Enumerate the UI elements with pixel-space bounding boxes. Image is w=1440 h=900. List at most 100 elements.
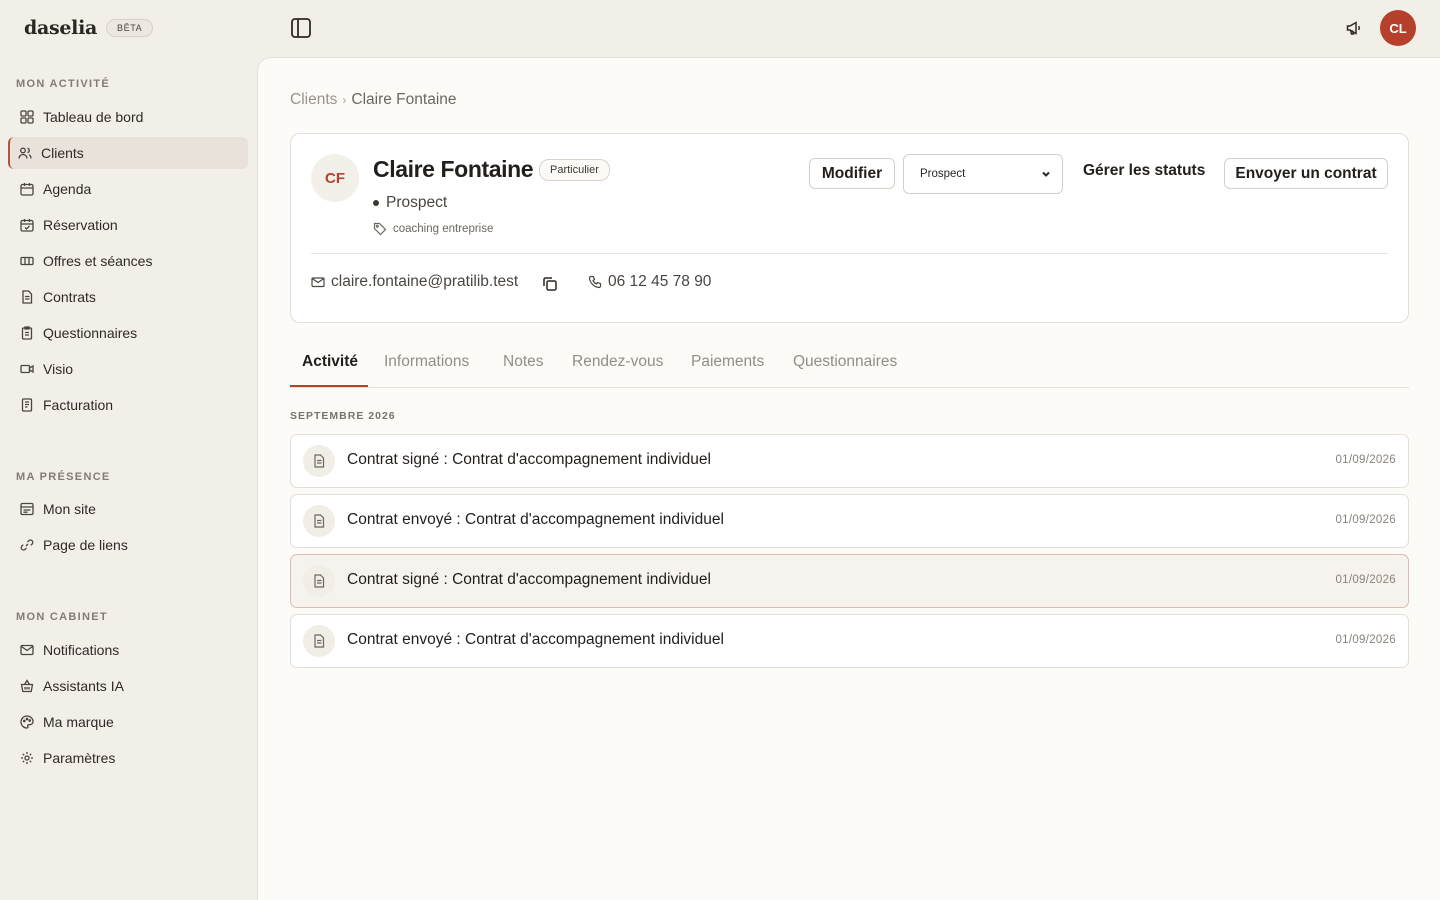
beta-badge: BÊTA <box>106 19 154 37</box>
sidebar-item-label: Assistants IA <box>43 678 124 694</box>
calendar-icon <box>20 182 34 196</box>
tab-paiements[interactable]: Paiements <box>691 353 764 371</box>
sidebar-item-tableau-de-bord[interactable]: Tableau de bord <box>8 101 248 133</box>
sidebar-item-facturation[interactable]: Facturation <box>8 389 248 421</box>
calendar-check-icon <box>20 218 34 232</box>
tag-icon <box>373 222 387 236</box>
section-title-cabinet: MON CABINET <box>16 611 108 623</box>
section-title-activite: MON ACTIVITÉ <box>16 78 111 90</box>
sidebar-item-label: Mon site <box>43 501 96 517</box>
client-status-label: Prospect <box>386 194 448 211</box>
sidebar-item-label: Agenda <box>43 181 92 197</box>
sidebar-item-agenda[interactable]: Agenda <box>8 173 248 205</box>
client-tag: coaching entreprise <box>373 222 493 236</box>
sidebar-item-visio[interactable]: Visio <box>8 353 248 385</box>
mail-icon <box>311 275 325 289</box>
sidebar: daselia BÊTA MON ACTIVITÉ Tableau de bor… <box>0 0 257 900</box>
palette-icon <box>20 715 34 729</box>
client-phone-value[interactable]: 06 12 45 78 90 <box>608 273 711 291</box>
sidebar-item-offres[interactable]: Offres et séances <box>8 245 248 277</box>
card-divider <box>311 253 1388 254</box>
status-dot-icon <box>373 200 379 206</box>
tab-questionnaires[interactable]: Questionnaires <box>793 353 897 371</box>
breadcrumb-current: Claire Fontaine <box>351 91 457 108</box>
breadcrumb-clients-link[interactable]: Clients <box>290 91 337 109</box>
sidebar-item-contrats[interactable]: Contrats <box>8 281 248 313</box>
basket-icon <box>20 679 34 693</box>
breadcrumb: Clients › Claire Fontaine <box>290 91 457 109</box>
sidebar-item-ma-marque[interactable]: Ma marque <box>8 706 248 738</box>
activity-date: 01/09/2026 <box>1335 514 1396 526</box>
invoice-icon <box>20 398 34 412</box>
activity-date: 01/09/2026 <box>1335 454 1396 466</box>
activity-item[interactable]: Contrat envoyé : Contrat d'accompagnemen… <box>290 494 1409 548</box>
copy-email-button[interactable] <box>541 275 559 293</box>
client-email: claire.fontaine@pratilib.test <box>311 273 518 291</box>
status-select-value: Prospect <box>920 168 966 180</box>
client-header-card: CF Claire Fontaine Particulier Prospect … <box>290 133 1409 323</box>
brand-logo[interactable]: daselia <box>24 17 97 39</box>
client-name: Claire Fontaine <box>373 156 534 182</box>
user-avatar[interactable]: CL <box>1380 10 1416 46</box>
client-status: Prospect <box>373 194 447 212</box>
sidebar-item-label: Tableau de bord <box>43 109 144 125</box>
users-icon <box>18 146 32 160</box>
copy-icon <box>543 277 557 291</box>
tab-activite[interactable]: Activité <box>302 353 358 371</box>
gear-icon <box>20 751 34 765</box>
activity-title: Contrat signé : Contrat d'accompagnement… <box>347 451 711 468</box>
main-panel: Clients › Claire Fontaine CF Claire Font… <box>257 57 1440 900</box>
phone-icon <box>588 275 602 289</box>
activity-item[interactable]: Contrat envoyé : Contrat d'accompagnemen… <box>290 614 1409 668</box>
sidebar-item-mon-site[interactable]: Mon site <box>8 493 248 525</box>
document-icon <box>20 290 34 304</box>
activity-month-label: SEPTEMBRE 2026 <box>290 410 396 422</box>
tab-rendez-vous[interactable]: Rendez-vous <box>572 353 663 371</box>
manage-statuses-button[interactable]: Gérer les statuts <box>1083 162 1205 180</box>
tab-informations[interactable]: Informations <box>384 353 469 371</box>
sidebar-item-label: Clients <box>41 145 84 161</box>
sidebar-item-label: Page de liens <box>43 537 128 553</box>
sidebar-item-questionnaires[interactable]: Questionnaires <box>8 317 248 349</box>
announcements-button[interactable] <box>1345 19 1363 37</box>
sidebar-toggle-icon <box>291 18 311 38</box>
activity-title: Contrat envoyé : Contrat d'accompagnemen… <box>347 631 724 648</box>
megaphone-icon <box>1346 21 1360 35</box>
sidebar-item-clients[interactable]: Clients <box>8 137 248 169</box>
document-icon <box>303 625 335 657</box>
sidebar-item-label: Offres et séances <box>43 253 153 269</box>
client-tabs: Activité Informations Notes Rendez-vous … <box>290 340 1409 388</box>
activity-title: Contrat envoyé : Contrat d'accompagnemen… <box>347 511 724 528</box>
sidebar-item-label: Réservation <box>43 217 118 233</box>
status-select[interactable]: Prospect <box>903 154 1063 194</box>
client-phone: 06 12 45 78 90 <box>588 273 711 291</box>
sidebar-item-label: Visio <box>43 361 74 377</box>
sidebar-item-reservation[interactable]: Réservation <box>8 209 248 241</box>
ticket-icon <box>20 254 34 268</box>
sidebar-item-parametres[interactable]: Paramètres <box>8 742 248 774</box>
sidebar-item-assistants-ia[interactable]: Assistants IA <box>8 670 248 702</box>
activity-item[interactable]: Contrat signé : Contrat d'accompagnement… <box>290 434 1409 488</box>
activity-date: 01/09/2026 <box>1335 574 1396 586</box>
brand[interactable]: daselia BÊTA <box>24 16 154 40</box>
sidebar-item-page-de-liens[interactable]: Page de liens <box>8 529 248 561</box>
sidebar-item-notifications[interactable]: Notifications <box>8 634 248 666</box>
activity-date: 01/09/2026 <box>1335 634 1396 646</box>
breadcrumb-separator: › <box>342 93 347 107</box>
sidebar-toggle-button[interactable] <box>290 17 312 39</box>
document-icon <box>303 565 335 597</box>
active-tab-indicator <box>290 385 368 387</box>
sidebar-item-label: Ma marque <box>43 714 114 730</box>
client-avatar: CF <box>311 154 359 202</box>
activity-title: Contrat signé : Contrat d'accompagnement… <box>347 571 711 588</box>
activity-item[interactable]: Contrat signé : Contrat d'accompagnement… <box>290 554 1409 608</box>
document-icon <box>303 445 335 477</box>
sidebar-item-label: Notifications <box>43 642 120 658</box>
client-email-value[interactable]: claire.fontaine@pratilib.test <box>331 273 518 291</box>
tab-notes[interactable]: Notes <box>503 353 544 371</box>
send-contract-button[interactable]: Envoyer un contrat <box>1224 158 1388 189</box>
document-icon <box>303 505 335 537</box>
clipboard-icon <box>20 326 34 340</box>
edit-client-button[interactable]: Modifier <box>809 158 895 189</box>
sidebar-item-label: Questionnaires <box>43 325 138 341</box>
